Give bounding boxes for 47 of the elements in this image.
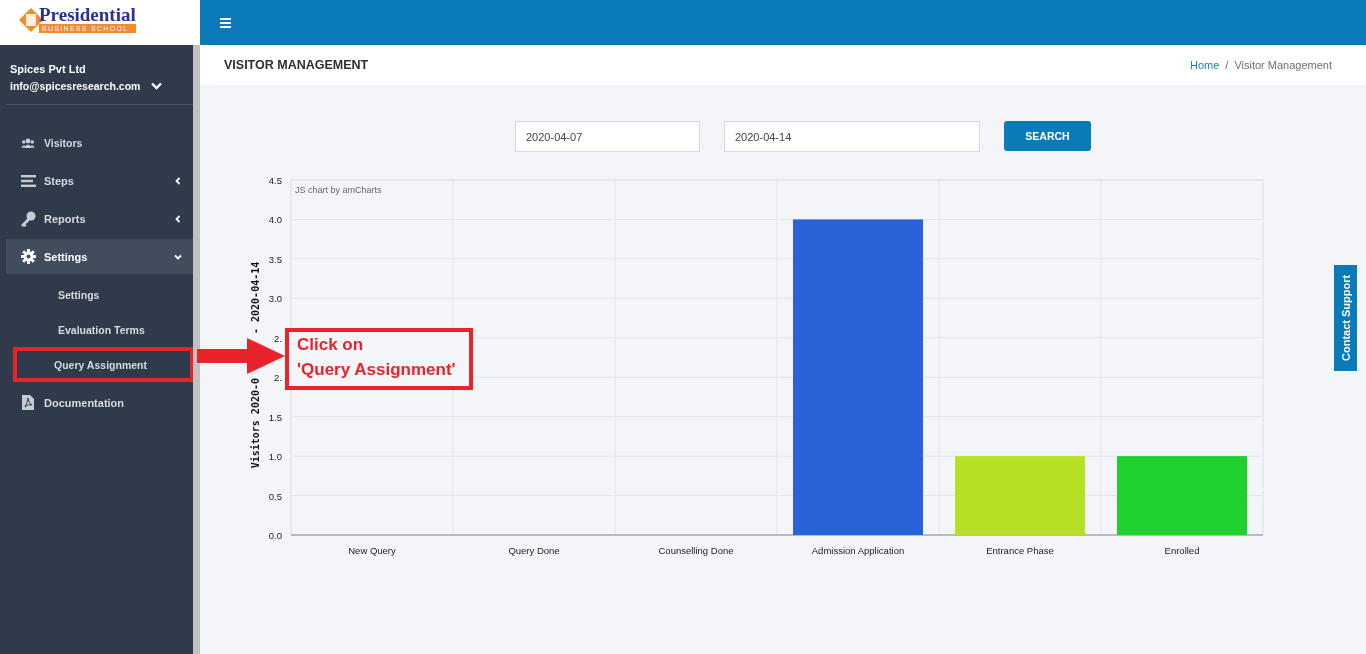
category-label: Enrolled: [1164, 545, 1200, 556]
contact-support-tab[interactable]: Contact Support: [1334, 265, 1357, 371]
menu-icon[interactable]: [220, 17, 231, 28]
category-label: Entrance Phase: [986, 545, 1054, 556]
category-label: New Query: [348, 545, 396, 556]
chevron-down-icon[interactable]: [151, 82, 163, 90]
axis-title: Visitors 2020-0: [250, 378, 261, 469]
category-label: Admission Application: [811, 545, 905, 556]
sidebar-item[interactable]: Documentation: [6, 385, 194, 420]
gear-icon: [20, 249, 36, 264]
key-icon: [20, 210, 36, 227]
start-date-field[interactable]: 2020-04-07: [515, 121, 700, 152]
sidebar-subitem[interactable]: Query Assignment: [13, 347, 194, 382]
logo-name: Presidential: [39, 5, 136, 24]
pdf-file-icon: [22, 395, 34, 410]
list-icon: [20, 174, 36, 187]
sidebar-subitem[interactable]: Evaluation Terms: [6, 312, 194, 347]
scrollbar[interactable]: [193, 45, 200, 654]
sidebar-subitem[interactable]: Settings: [6, 277, 194, 312]
axis-tick-label: 2.: [274, 372, 282, 384]
sidebar-item[interactable]: Reports: [6, 201, 194, 236]
page-title: VISITOR MANAGEMENT: [224, 58, 369, 72]
axis-tick-label: 0.0: [268, 530, 282, 541]
sidebar-item[interactable]: Steps: [6, 163, 194, 198]
search-button[interactable]: SEARCH: [1004, 121, 1091, 151]
axis-tick-label: 4.0: [268, 214, 282, 226]
category-label: Counselling Done: [658, 545, 734, 556]
chart-credit: JS chart by amCharts: [295, 185, 382, 195]
axis-tick-label: 2.: [274, 332, 282, 344]
axis-tick-label: 0.5: [268, 490, 282, 502]
company-name: Spices Pvt Ltd: [10, 63, 87, 75]
breadcrumb-link[interactable]: Home: [1189, 59, 1220, 71]
axis-title: - 2020-04-14: [250, 261, 261, 334]
axis-tick-label: 1.5: [268, 411, 282, 423]
axis-tick-label: 3.5: [268, 253, 282, 265]
sidebar-item[interactable]: Settings: [6, 239, 194, 274]
end-date-field[interactable]: 2020-04-14: [724, 121, 980, 152]
axis-tick-label: 1.0: [268, 451, 282, 463]
account-email: info@spicesresearch.com: [10, 80, 141, 92]
axis-tick-label: 4.5: [268, 175, 282, 186]
users-icon: [21, 137, 35, 148]
category-label: Query Done: [508, 545, 560, 556]
breadcrumb-current: Visitor Management: [1234, 59, 1332, 71]
annotation-callout: Click on 'Query Assignment': [285, 328, 473, 390]
sidebar-item[interactable]: Visitors: [6, 125, 194, 160]
axis-tick-label: 3.0: [268, 293, 282, 305]
breadcrumb-separator: /: [1225, 59, 1229, 71]
